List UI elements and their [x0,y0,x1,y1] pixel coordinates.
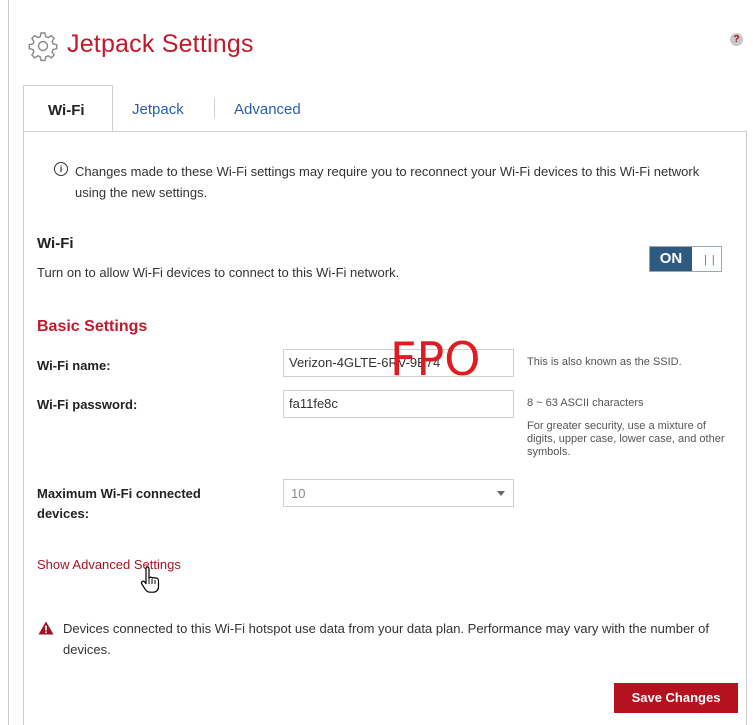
hand-cursor-icon [139,565,163,600]
wifi-password-label: Wi-Fi password: [37,397,138,412]
page-title: Jetpack Settings [67,30,254,58]
wifi-name-hint: This is also known as the SSID. [527,356,682,368]
password-length-hint: 8 ~ 63 ASCII characters [527,397,644,409]
help-icon[interactable]: ? [730,33,743,46]
info-notice-text: Changes made to these Wi-Fi settings may… [75,164,700,200]
wifi-section-heading: Wi-Fi [37,235,74,252]
max-devices-label: Maximum Wi-Fi connected devices: [37,486,201,521]
save-changes-button[interactable]: Save Changes [614,683,738,713]
max-devices-select[interactable]: 10 [283,479,514,507]
wifi-section-description: Turn on to allow Wi-Fi devices to connec… [37,265,400,280]
fpo-overlay: FPO [390,332,481,386]
toggle-grip-icon: | | [704,254,716,266]
wifi-password-input[interactable]: fa11fe8c [283,390,514,418]
warning-icon [38,621,54,640]
tab-divider [214,98,215,118]
max-devices-value: 10 [291,486,306,501]
tab-wifi-label: Wi-Fi [48,102,85,119]
gear-icon [27,30,59,67]
tab-wifi[interactable]: Wi-Fi [23,85,113,132]
wifi-toggle[interactable]: ON | | [649,246,722,272]
chevron-down-icon [497,491,505,496]
password-security-hint: For greater security, use a mixture of d… [527,420,725,458]
tab-advanced[interactable]: Advanced [234,101,301,118]
info-icon: i [54,162,68,176]
tab-bar: Wi-Fi Jetpack Advanced [23,85,747,132]
toggle-on-label: ON [650,247,692,271]
tab-jetpack[interactable]: Jetpack [132,101,184,118]
frame-border [8,0,9,725]
basic-settings-heading: Basic Settings [37,318,148,335]
warning-notice-text: Devices connected to this Wi-Fi hotspot … [63,621,709,657]
wifi-name-label: Wi-Fi name: [37,358,111,373]
